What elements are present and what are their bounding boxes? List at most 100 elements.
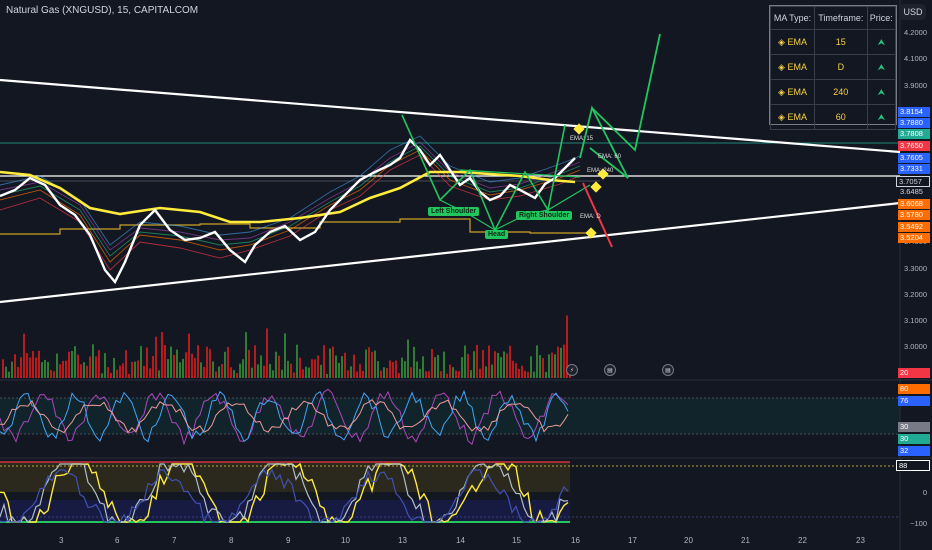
volume-bar — [317, 355, 319, 378]
volume-bar — [389, 360, 391, 378]
volume-bar — [473, 351, 475, 378]
volume-bar — [236, 373, 238, 378]
volume-bar — [176, 349, 178, 378]
legend-ma-type: ◈ EMA — [769, 104, 816, 130]
volume-bar — [296, 344, 298, 378]
currency-button[interactable]: USD — [900, 4, 926, 20]
volume-bar — [449, 364, 451, 378]
volume-bar — [119, 365, 121, 378]
volume-bar — [458, 371, 460, 378]
volume-bar — [197, 345, 199, 378]
volume-bar — [2, 359, 4, 378]
price-tag: 3.7880 — [898, 118, 930, 128]
volume-bar — [293, 372, 295, 378]
price-tag: 3.8154 — [898, 107, 930, 117]
volume-bar — [380, 370, 382, 378]
time-axis-label: 23 — [856, 536, 865, 545]
rsi-tag: 32 — [898, 446, 930, 456]
ema-d-tag: EMA: D — [580, 214, 601, 220]
volume-bar — [191, 353, 193, 378]
lightning-icon[interactable]: ⚡ — [566, 364, 578, 376]
volume-bar — [503, 351, 505, 378]
volume-bar — [200, 362, 202, 378]
volume-bar — [506, 353, 508, 378]
volume-bar — [77, 354, 79, 378]
volume-bar — [17, 366, 19, 378]
volume-bar — [56, 353, 58, 378]
volume-bar — [167, 359, 169, 378]
volume-bar — [83, 362, 85, 378]
volume-bar — [5, 366, 7, 378]
upper-trendline[interactable] — [0, 78, 901, 154]
volume-bar — [212, 361, 214, 378]
volume-bar — [257, 364, 259, 378]
volume-bar — [353, 354, 355, 378]
volume-bar — [545, 372, 547, 378]
volume-bar — [551, 352, 553, 378]
volume-bar — [107, 367, 109, 378]
time-axis-label: 22 — [798, 536, 807, 545]
volume-bar — [542, 358, 544, 378]
price-tag: 3.6485 — [898, 187, 930, 197]
left-shoulder-label: Left Shoulder — [428, 207, 480, 216]
volume-bar — [20, 357, 22, 378]
volume-bar — [95, 356, 97, 378]
volume-bar — [368, 347, 370, 378]
volume-bar — [338, 362, 340, 378]
volume-bar — [98, 350, 100, 378]
volume-bar — [47, 361, 49, 378]
ma-legend-table: MA Type: Timeframe: Price: ◈ EMA 15 ⮝ ◈ … — [769, 5, 897, 130]
volume-bar — [185, 352, 187, 378]
stoch-oversold-zone — [0, 500, 570, 522]
legend-ma-type: ◈ EMA — [769, 54, 816, 80]
legend-timeframe: 240 — [814, 79, 868, 105]
volume-bar — [395, 360, 397, 378]
time-axis-label: 3 — [59, 536, 64, 545]
ema-15-tag: EMA: 15 — [570, 136, 594, 142]
rsi-tag: 76 — [898, 396, 930, 406]
volume-bar — [149, 368, 151, 378]
volume-bar — [224, 351, 226, 378]
volume-bar — [254, 345, 256, 378]
volume-bar — [455, 370, 457, 378]
volume-bar — [452, 367, 454, 378]
volume-bar — [482, 350, 484, 378]
volume-bar — [515, 363, 517, 378]
right-shoulder-label: Right Shoulder — [516, 211, 573, 220]
volume-bar — [74, 346, 76, 378]
legend-timeframe: D — [814, 54, 868, 80]
volume-bar — [359, 364, 361, 378]
chart-title: Natural Gas (XNGUSD), 15, CAPITALCOM — [6, 5, 199, 16]
up-arrow-icon: ⮝ — [866, 54, 897, 80]
volume-bar — [554, 354, 556, 378]
volume-bar — [170, 346, 172, 378]
volume-bar — [44, 359, 46, 378]
volume-bar — [173, 354, 175, 378]
volume-bar — [371, 351, 373, 378]
volume-bar — [530, 356, 532, 378]
volume-bar — [488, 345, 490, 378]
us-flag-icon[interactable]: ▤ — [604, 364, 616, 376]
up-arrow-icon: ⮝ — [866, 29, 897, 55]
diamond-icon: ◈ — [778, 111, 785, 122]
us-flag-icon[interactable]: ▤ — [662, 364, 674, 376]
volume-bar — [233, 370, 235, 378]
volume-bar — [440, 371, 442, 378]
volume-bar — [239, 363, 241, 378]
volume-bar — [419, 368, 421, 378]
volume-bar — [326, 373, 328, 378]
lower-trendline[interactable] — [0, 201, 901, 304]
legend-timeframe: 15 — [814, 29, 868, 55]
volume-bar — [533, 371, 535, 378]
volume-bar — [35, 357, 37, 378]
volume-bar — [491, 364, 493, 378]
volume-bar — [413, 346, 415, 378]
volume-bar — [134, 361, 136, 378]
volume-bar — [362, 370, 364, 378]
volume-bar — [485, 366, 487, 378]
volume-bar — [188, 333, 190, 378]
time-axis-label: 9 — [286, 536, 291, 545]
volume-bar — [509, 345, 511, 378]
volume-bar — [563, 344, 565, 378]
head-label: Head — [485, 230, 509, 239]
